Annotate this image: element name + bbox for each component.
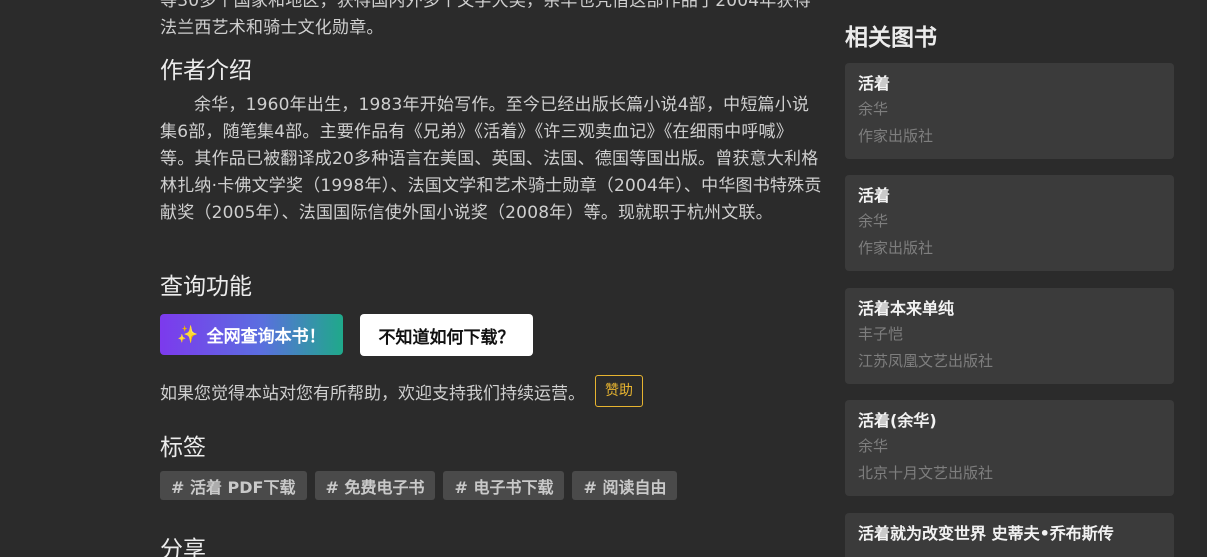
search-all-web-label: 全网查询本书！ [206, 327, 326, 347]
related-books-title: 相关图书 [845, 25, 937, 51]
related-book-title: 活着本来单纯 [858, 299, 955, 318]
related-book-author: 余华 [858, 100, 889, 118]
related-book-title: 活着 [858, 74, 891, 93]
support-text: 如果您觉得本站对您有所帮助，欢迎支持我们持续运营。 [160, 383, 585, 404]
related-book-publisher: 江苏凤凰文艺出版社 [858, 352, 994, 370]
sponsor-button[interactable]: 赞助 [595, 375, 643, 407]
related-book-publisher: 北京十月文艺出版社 [858, 464, 994, 482]
related-book-author: 余华 [858, 437, 889, 455]
search-all-web-button[interactable]: ✨ 全网查询本书！ [160, 314, 343, 355]
tag-item[interactable]: # 电子书下载 [443, 471, 565, 500]
related-book-card[interactable]: 活着 余华 作家出版社 [845, 175, 1174, 271]
related-book-author: 丰子恺 [858, 325, 904, 343]
tag-item[interactable]: # 活着 PDF下载 [160, 471, 307, 500]
tag-item[interactable]: # 免费电子书 [314, 471, 436, 500]
page: 等30多个国家和地区，获得国内外多个文学大奖，余华也凭借这部作品于2004年获得… [0, 0, 1207, 557]
related-book-title: 活着 [858, 186, 891, 205]
related-book-publisher: 作家出版社 [858, 127, 934, 145]
related-book-card[interactable]: 活着 余华 作家出版社 [845, 63, 1174, 159]
query-section-title: 查询功能 [160, 274, 252, 300]
author-bio: 余华，1960年出生，1983年开始写作。至今已经出版长篇小说4部，中短篇小说集… [160, 95, 822, 223]
tag-item[interactable]: # 阅读自由 [572, 471, 678, 500]
query-buttons: ✨ 全网查询本书！ 不知道如何下载？ [160, 314, 533, 356]
related-book-title: 活着(余华) [858, 411, 937, 430]
tag-list: # 活着 PDF下载 # 免费电子书 # 电子书下载 # 阅读自由 [160, 471, 678, 500]
sparkle-icon: ✨ [177, 324, 199, 345]
download-help-button[interactable]: 不知道如何下载？ [360, 314, 533, 356]
related-book-author: 余华 [858, 212, 889, 230]
book-intro-tail: 等30多个国家和地区，获得国内外多个文学大奖，余华也凭借这部作品于2004年获得… [160, 0, 811, 38]
author-section-title: 作者介绍 [160, 58, 252, 84]
related-book-card[interactable]: 活着本来单纯 丰子恺 江苏凤凰文艺出版社 [845, 288, 1174, 384]
support-row: 如果您觉得本站对您有所帮助，欢迎支持我们持续运营。 赞助 [160, 375, 643, 407]
tags-section-title: 标签 [160, 435, 206, 461]
related-book-card[interactable]: 活着就为改变世界 史蒂夫•乔布斯传 [845, 513, 1174, 557]
related-book-publisher: 作家出版社 [858, 239, 934, 257]
related-book-card[interactable]: 活着(余华) 余华 北京十月文艺出版社 [845, 400, 1174, 496]
share-section-title: 分享 [160, 537, 206, 557]
related-book-title: 活着就为改变世界 史蒂夫•乔布斯传 [858, 524, 1114, 543]
